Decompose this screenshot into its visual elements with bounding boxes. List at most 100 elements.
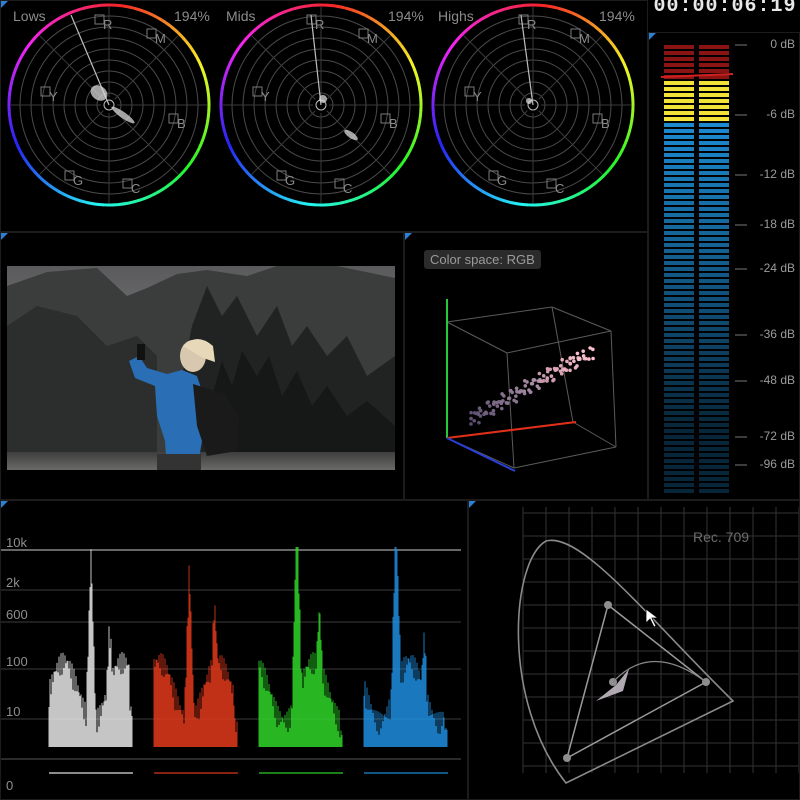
wheel-hue-ring-segment: [369, 187, 377, 194]
wheel-hue-ring-segment: [193, 149, 200, 157]
cie-primary-point[interactable]: [563, 754, 571, 762]
color-point: [469, 416, 473, 421]
meter-segment: [664, 69, 694, 73]
meter-segment: [664, 189, 694, 193]
meter-segment: [699, 243, 729, 247]
wheel-hue-ring-segment: [345, 198, 353, 204]
wheel-hue-ring-segment: [143, 194, 151, 201]
color-point: [495, 400, 500, 405]
wheel-hue-ring-segment: [557, 198, 565, 204]
wheel-hue-ring-segment: [36, 174, 44, 181]
cie-spectral-locus: [517, 539, 735, 785]
color-point: [492, 401, 496, 406]
wheel-hue-ring-segment: [226, 62, 232, 70]
meter-segment: [699, 279, 729, 283]
meter-segment: [699, 429, 729, 433]
wheel-hue-ring-segment: [355, 194, 363, 201]
color-point: [531, 378, 536, 382]
wheel-hue-ring-segment: [506, 5, 514, 10]
color-point: [575, 351, 580, 356]
cube-edge: [513, 446, 617, 469]
meter-segment: [664, 147, 694, 151]
meter-segment: [699, 339, 729, 343]
color-point: [476, 412, 481, 416]
db-label: -48 dB: [759, 373, 795, 387]
meter-segment: [699, 105, 729, 109]
meter-segment: [699, 129, 729, 133]
wheel-hue-ring-segment: [624, 135, 630, 143]
meter-segment: [664, 465, 694, 469]
wheel-hue-ring-segment: [577, 14, 585, 21]
wheel-hue-ring-segment: [481, 189, 489, 196]
color-point: [484, 410, 488, 415]
wheel-hue-ring-segment: [242, 36, 249, 44]
meter-segment: [699, 315, 729, 319]
wheel-hue-ring-segment: [521, 202, 528, 207]
meter-segment: [699, 45, 729, 49]
wheel-hue-ring-segment: [41, 25, 48, 32]
color-point: [581, 354, 586, 358]
meter-segment: [664, 279, 694, 283]
wheel-hue-ring-segment: [26, 40, 33, 48]
meter-segment: [699, 237, 729, 241]
color-wheels-panel: R M B C G Y R M B C G Y R M B C G Y Lows 194% Mids 194% H…: [0, 0, 648, 232]
meter-segment: [664, 57, 694, 61]
meter-segment: [664, 87, 694, 91]
color-space-label[interactable]: Color space: RGB: [424, 250, 541, 269]
color-point: [472, 411, 477, 415]
wheel-hue-ring-segment: [12, 67, 18, 75]
meter-segment: [664, 183, 694, 187]
color-wheel: R M B C G Y: [431, 3, 635, 207]
meter-segment: [699, 417, 729, 421]
wheel-target-label: R: [103, 17, 112, 32]
color-point: [587, 357, 591, 361]
meter-segment: [664, 111, 694, 115]
wheel-hue-ring-segment: [552, 200, 560, 205]
meter-segment: [664, 363, 694, 367]
meter-segment: [699, 411, 729, 415]
wheel-hue-ring-segment: [129, 5, 137, 11]
wheel-hue-ring-segment: [378, 22, 386, 29]
cube-edge: [610, 330, 617, 448]
wheel-hue-ring-segment: [29, 166, 36, 173]
meter-segment: [699, 393, 729, 397]
wheel-hue-ring-segment: [472, 184, 480, 191]
wheel-hue-ring-segment: [405, 149, 412, 157]
audio-meter-panel: 0 dB -6 dB -12 dB -18 dB -24 dB -36 dB -48 dB -…: [648, 32, 800, 500]
meter-segment: [664, 45, 694, 49]
db-label: -36 dB: [759, 327, 795, 341]
meter-segment: [699, 465, 729, 469]
meter-segment: [699, 177, 729, 181]
wheel-hue-ring-segment: [185, 162, 192, 170]
wheel-hue-ring-segment: [158, 17, 166, 23]
wheel-hue-ring-segment: [511, 4, 519, 9]
wheel-hue-ring-segment: [81, 199, 89, 205]
wheel-hue-ring-segment: [309, 202, 316, 207]
color-point: [514, 394, 518, 398]
color-point: [560, 357, 564, 362]
wheel-hue-ring-segment: [609, 162, 616, 170]
meter-segment: [699, 87, 729, 91]
wheel-hue-ring-segment: [390, 170, 397, 178]
wheel-target-label: G: [73, 173, 83, 188]
color-point: [514, 386, 519, 391]
meter-segment: [664, 471, 694, 475]
meter-segment: [664, 297, 694, 301]
wheel-spoke: [39, 110, 104, 175]
meter-segment: [664, 177, 694, 181]
meter-segment: [699, 99, 729, 103]
color-point: [591, 356, 595, 361]
wheel-hue-ring-segment: [26, 162, 33, 169]
cie-primary-point[interactable]: [604, 601, 612, 609]
wheel-hue-ring-segment: [182, 37, 189, 44]
meter-segment: [699, 405, 729, 409]
meter-segment: [664, 207, 694, 211]
wheel-hue-ring-segment: [548, 4, 555, 9]
wheel-hue-ring-segment: [394, 37, 401, 44]
wheel-hue-ring-segment: [590, 22, 598, 29]
db-label: -12 dB: [759, 167, 795, 181]
wheel-hue-ring-segment: [465, 25, 472, 32]
wheel-hue-ring-segment: [40, 177, 48, 184]
meter-segment: [664, 399, 694, 403]
meter-segment: [664, 213, 694, 217]
